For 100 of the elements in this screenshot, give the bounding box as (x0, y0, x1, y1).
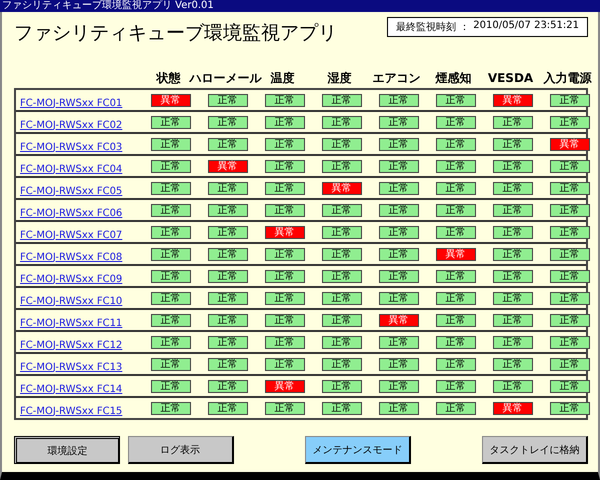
normal-status: 正常 (550, 402, 590, 414)
normal-status: 正常 (436, 270, 476, 282)
normal-status: 正常 (550, 116, 590, 128)
alarm-status: 異常 (208, 160, 248, 172)
normal-status: 正常 (550, 94, 590, 106)
normal-status: 正常 (492, 248, 532, 260)
alarm-status: 異常 (378, 314, 418, 326)
normal-status: 正常 (150, 182, 190, 194)
normal-status: 正常 (492, 314, 532, 326)
normal-status: 正常 (492, 380, 532, 392)
column-header: VESDA (488, 71, 534, 85)
alarm-status: 異常 (492, 402, 532, 414)
device-link[interactable]: FC-MOJ-RWSxx FC15 (16, 406, 122, 416)
normal-status: 正常 (264, 138, 304, 150)
alarm-status: 異常 (264, 226, 304, 238)
normal-status: 正常 (208, 380, 248, 392)
normal-status: 正常 (264, 248, 304, 260)
normal-status: 正常 (322, 138, 362, 150)
normal-status: 正常 (322, 314, 362, 326)
device-link[interactable]: FC-MOJ-RWSxx FC12 (16, 340, 122, 350)
column-header: エアコン (372, 70, 420, 86)
device-link[interactable]: FC-MOJ-RWSxx FC13 (16, 362, 122, 372)
normal-status: 正常 (150, 138, 190, 150)
normal-status: 正常 (208, 358, 248, 370)
normal-status: 正常 (378, 160, 418, 172)
normal-status: 正常 (150, 204, 190, 216)
device-link[interactable]: FC-MOJ-RWSxx FC05 (16, 186, 122, 196)
device-link[interactable]: FC-MOJ-RWSxx FC06 (16, 208, 122, 218)
normal-status: 正常 (322, 380, 362, 392)
normal-status: 正常 (492, 226, 532, 238)
device-link[interactable]: FC-MOJ-RWSxx FC04 (16, 164, 122, 174)
column-header: 入力電源 (544, 70, 592, 86)
column-header: 状態 (156, 70, 180, 86)
normal-status: 正常 (264, 358, 304, 370)
alarm-status: 異常 (492, 94, 532, 106)
normal-status: 正常 (150, 336, 190, 348)
device-link[interactable]: FC-MOJ-RWSxx FC14 (16, 384, 122, 394)
normal-status: 正常 (492, 138, 532, 150)
normal-status: 正常 (264, 402, 304, 414)
action-button[interactable]: ログ表示 (128, 436, 234, 464)
device-link[interactable]: FC-MOJ-RWSxx FC02 (16, 120, 122, 130)
normal-status: 正常 (550, 380, 590, 392)
normal-status: 正常 (550, 336, 590, 348)
normal-status: 正常 (322, 160, 362, 172)
normal-status: 正常 (322, 226, 362, 238)
normal-status: 正常 (436, 160, 476, 172)
normal-status: 正常 (264, 292, 304, 304)
device-link[interactable]: FC-MOJ-RWSxx FC10 (16, 296, 122, 306)
normal-status: 正常 (378, 336, 418, 348)
normal-status: 正常 (436, 336, 476, 348)
last-check-time: 2010/05/07 23:51:21 (473, 20, 579, 33)
normal-status: 正常 (208, 292, 248, 304)
normal-status: 正常 (550, 182, 590, 194)
column-header: 煙感知 (436, 70, 472, 86)
alarm-status: 異常 (150, 94, 190, 106)
device-link[interactable]: FC-MOJ-RWSxx FC01 (16, 98, 122, 108)
normal-status: 正常 (208, 138, 248, 150)
action-button[interactable]: タスクトレイに格納 (482, 436, 588, 464)
normal-status: 正常 (264, 116, 304, 128)
normal-status: 正常 (550, 292, 590, 304)
normal-status: 正常 (436, 292, 476, 304)
normal-status: 正常 (378, 226, 418, 238)
normal-status: 正常 (550, 226, 590, 238)
alarm-status: 異常 (264, 380, 304, 392)
app-title: ファシリティキューブ環境監視アプリ (14, 21, 337, 46)
normal-status: 正常 (208, 116, 248, 128)
normal-status: 正常 (322, 94, 362, 106)
normal-status: 正常 (550, 248, 590, 260)
normal-status: 正常 (322, 292, 362, 304)
normal-status: 正常 (208, 94, 248, 106)
normal-status: 正常 (550, 314, 590, 326)
device-link[interactable]: FC-MOJ-RWSxx FC08 (16, 252, 122, 262)
normal-status: 正常 (436, 226, 476, 238)
normal-status: 正常 (492, 116, 532, 128)
normal-status: 正常 (492, 292, 532, 304)
column-header: 温度 (270, 70, 294, 86)
normal-status: 正常 (492, 160, 532, 172)
normal-status: 正常 (436, 138, 476, 150)
normal-status: 正常 (208, 314, 248, 326)
normal-status: 正常 (322, 270, 362, 282)
normal-status: 正常 (150, 402, 190, 414)
normal-status: 正常 (378, 116, 418, 128)
normal-status: 正常 (378, 204, 418, 216)
normal-status: 正常 (322, 336, 362, 348)
device-link[interactable]: FC-MOJ-RWSxx FC09 (16, 274, 122, 284)
normal-status: 正常 (208, 336, 248, 348)
column-header: 湿度 (328, 70, 352, 86)
normal-status: 正常 (322, 116, 362, 128)
normal-status: 正常 (436, 204, 476, 216)
device-link[interactable]: FC-MOJ-RWSxx FC07 (16, 230, 122, 240)
normal-status: 正常 (378, 358, 418, 370)
normal-status: 正常 (264, 160, 304, 172)
device-link[interactable]: FC-MOJ-RWSxx FC03 (16, 142, 122, 152)
normal-status: 正常 (378, 94, 418, 106)
device-link[interactable]: FC-MOJ-RWSxx FC11 (16, 318, 122, 328)
action-button[interactable]: 環境設定 (14, 436, 120, 464)
normal-status: 正常 (378, 248, 418, 260)
normal-status: 正常 (322, 402, 362, 414)
action-button[interactable]: メンテナンスモード (304, 436, 411, 464)
normal-status: 正常 (378, 380, 418, 392)
